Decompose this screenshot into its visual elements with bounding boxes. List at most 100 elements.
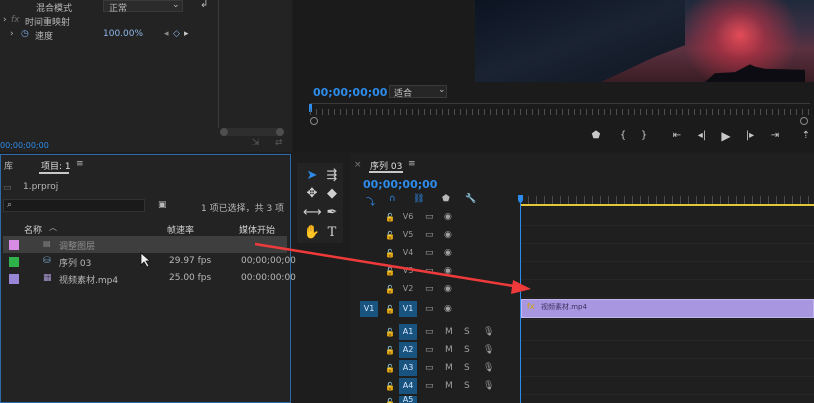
- sync-lock-icon[interactable]: ▭: [425, 345, 434, 355]
- track-name[interactable]: A5: [399, 396, 417, 403]
- play-icon[interactable]: ▶: [720, 130, 732, 142]
- track-lane-a4[interactable]: [520, 378, 814, 395]
- step-forward-icon[interactable]: |▸: [744, 130, 756, 142]
- prev-keyframe-icon[interactable]: ◂: [164, 29, 169, 39]
- razor-tool-icon[interactable]: ◆: [323, 185, 341, 203]
- program-ruler[interactable]: [310, 109, 810, 115]
- export-frame-icon[interactable]: ⇲: [252, 138, 260, 148]
- lock-icon[interactable]: 🔓: [385, 213, 395, 222]
- track-name[interactable]: A1: [399, 324, 417, 340]
- mark-out-icon[interactable]: }: [638, 130, 650, 142]
- solo-button[interactable]: S: [464, 327, 470, 337]
- track-name[interactable]: A2: [399, 342, 417, 358]
- panel-menu-icon[interactable]: ≡: [76, 159, 84, 169]
- speed-value[interactable]: 100.00%: [103, 29, 143, 39]
- tab-project[interactable]: 项目: 1: [41, 159, 71, 172]
- scroll-handle-right[interactable]: [276, 128, 284, 136]
- next-keyframe-icon[interactable]: ▸: [184, 29, 189, 39]
- video-clip[interactable]: fx 视频素材.mp4: [521, 299, 814, 318]
- track-name[interactable]: A4: [399, 378, 417, 394]
- sync-lock-icon[interactable]: ▭: [425, 230, 434, 240]
- insert-nest-icon[interactable]: ⤵: [366, 195, 375, 208]
- selection-tool-icon[interactable]: ➤: [303, 167, 321, 185]
- lock-icon[interactable]: 🔓: [385, 285, 395, 294]
- mute-button[interactable]: M: [445, 363, 453, 373]
- type-tool-icon[interactable]: T: [323, 224, 341, 242]
- search-input[interactable]: ⌕: [3, 199, 145, 212]
- sync-lock-icon[interactable]: ▭: [425, 327, 434, 337]
- work-area-bar[interactable]: [520, 204, 814, 206]
- stopwatch-icon[interactable]: ◷: [21, 29, 29, 39]
- list-item[interactable]: ▤ 调整图层: [3, 236, 287, 253]
- new-bin-icon[interactable]: ▣: [158, 200, 167, 210]
- solo-button[interactable]: S: [464, 345, 470, 355]
- sync-lock-icon[interactable]: ▭: [425, 381, 434, 391]
- lock-icon[interactable]: 🔓: [385, 249, 395, 258]
- zoom-handle-right[interactable]: [800, 117, 808, 125]
- step-back-icon[interactable]: ◂|: [696, 130, 708, 142]
- eye-icon[interactable]: ◉: [444, 248, 452, 258]
- ripple-edit-tool-icon[interactable]: ✥: [303, 185, 321, 203]
- lock-icon[interactable]: 🔓: [385, 305, 395, 314]
- track-lane-v6[interactable]: [520, 209, 814, 226]
- mute-button[interactable]: M: [445, 345, 453, 355]
- microphone-icon[interactable]: 🎙: [483, 345, 494, 355]
- microphone-icon[interactable]: 🎙: [483, 381, 494, 391]
- zoom-handle-left[interactable]: [310, 117, 318, 125]
- mark-in-icon[interactable]: {: [617, 130, 629, 142]
- sync-lock-icon[interactable]: ▭: [425, 284, 434, 294]
- close-tab-icon[interactable]: ×: [354, 160, 362, 170]
- track-lane-v3[interactable]: [520, 263, 814, 280]
- eye-icon[interactable]: ◉: [444, 304, 452, 314]
- col-media-start-header[interactable]: 媒体开始: [239, 223, 275, 236]
- track-name[interactable]: V4: [399, 245, 417, 261]
- lock-icon[interactable]: 🔓: [385, 328, 395, 337]
- lock-icon[interactable]: 🔓: [385, 267, 395, 276]
- track-lane-v1[interactable]: fx 视频素材.mp4: [520, 298, 814, 320]
- blend-mode-dropdown[interactable]: 正常 ⌄: [103, 0, 183, 14]
- expand-arrow-icon[interactable]: ›: [10, 29, 14, 39]
- fx-scrollbar[interactable]: [220, 128, 284, 136]
- collapse-arrow-icon[interactable]: ›: [3, 15, 7, 25]
- track-select-tool-icon[interactable]: ⇶: [323, 167, 341, 185]
- sync-lock-icon[interactable]: ▭: [425, 304, 434, 314]
- fx-timecode[interactable]: 00;00;00;00: [0, 141, 49, 150]
- track-lane-a1[interactable]: [520, 324, 814, 341]
- linked-selection-icon[interactable]: ⛓: [413, 194, 424, 204]
- snap-icon[interactable]: ∩: [389, 194, 396, 204]
- track-name[interactable]: V1: [399, 301, 417, 317]
- sync-lock-icon[interactable]: ▭: [425, 266, 434, 276]
- lock-icon[interactable]: 🔓: [385, 231, 395, 240]
- source-patch-v1[interactable]: V1: [360, 301, 378, 317]
- track-lane-a2[interactable]: [520, 342, 814, 359]
- timeline-timecode[interactable]: 00;00;00;00: [363, 178, 437, 191]
- go-to-in-icon[interactable]: ⇤: [671, 130, 683, 142]
- pen-tool-icon[interactable]: ✒: [323, 204, 341, 222]
- reset-icon[interactable]: ↲: [200, 0, 208, 10]
- add-marker-icon[interactable]: ⬟: [590, 130, 602, 142]
- sync-lock-icon[interactable]: ▭: [425, 363, 434, 373]
- tab-library[interactable]: 库: [4, 159, 13, 172]
- add-keyframe-icon[interactable]: ◇: [173, 29, 180, 39]
- track-lane-v4[interactable]: [520, 245, 814, 262]
- scroll-handle-left[interactable]: [220, 128, 228, 136]
- sync-lock-icon[interactable]: ▭: [425, 212, 434, 222]
- add-marker-icon[interactable]: ⬟: [442, 194, 450, 204]
- wrench-icon[interactable]: 🔧: [465, 194, 476, 204]
- slip-tool-icon[interactable]: ⟷: [303, 204, 322, 222]
- lock-icon[interactable]: 🔓: [385, 382, 395, 391]
- sort-asc-icon[interactable]: ︿: [49, 222, 57, 233]
- timeline-menu-icon[interactable]: ≡: [408, 159, 416, 169]
- fit-dropdown[interactable]: 适合 ⌄: [389, 85, 447, 99]
- lock-icon[interactable]: 🔓: [385, 398, 395, 403]
- track-name[interactable]: V5: [399, 227, 417, 243]
- lock-icon[interactable]: 🔓: [385, 346, 395, 355]
- track-name[interactable]: V2: [399, 281, 417, 297]
- lock-icon[interactable]: 🔓: [385, 364, 395, 373]
- playhead-line[interactable]: [520, 204, 521, 403]
- track-lane-a3[interactable]: [520, 360, 814, 377]
- list-item[interactable]: ▦ 视频素材.mp4 25.00 fps 00:00:00:00: [3, 270, 296, 287]
- track-name[interactable]: V6: [399, 209, 417, 225]
- mute-button[interactable]: M: [445, 327, 453, 337]
- microphone-icon[interactable]: 🎙: [483, 327, 494, 337]
